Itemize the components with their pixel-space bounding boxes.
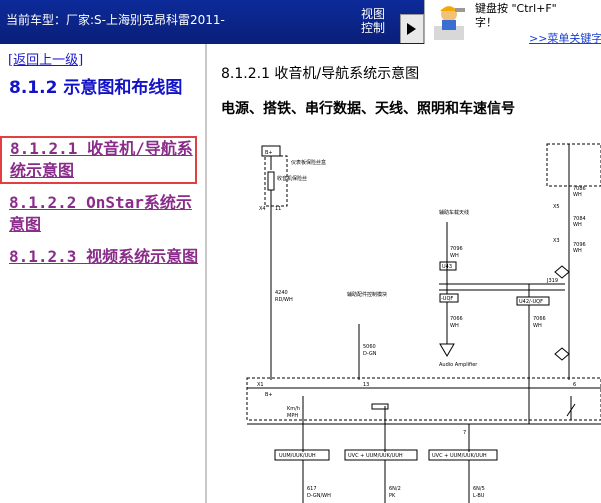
diagram-x3: X3 [553, 238, 560, 244]
diagram-wire-7096-color: WH [450, 253, 459, 259]
page-subtitle: 电源、搭铁、串行数据、天线、照明和车速信号 [221, 101, 515, 117]
diagram-wire-7066b: 7066 [533, 316, 546, 322]
diagram-wire-3: 6N/5 [473, 486, 485, 492]
sidebar-item-radio-navigation[interactable]: 8.1.2.1 收音机/导航系统示意图 [0, 136, 197, 184]
page-title: 8.1.2.1 收音机/导航系统示意图 [221, 66, 420, 82]
sidebar-item-video[interactable]: 8.1.2.3 视频系统示意图 [9, 246, 199, 268]
diagram-kmh: Km/h [287, 406, 300, 412]
diagram-bplus: B+ [265, 150, 273, 156]
diagram-mph: MPH [287, 413, 298, 419]
section-title: 8.1.2 示意图和布线图 [9, 78, 183, 98]
diagram-box-2: UVC + UUM/UUK/UUH [348, 453, 403, 459]
help-line-1: 键盘按 "Ctrl+F" [475, 2, 557, 15]
diagram-audio-amplifier: Audio Amplifier [439, 362, 478, 368]
diagram-wire-7096: 7096 [450, 246, 463, 252]
diagram-c7: 7 [463, 430, 466, 436]
diagram-wire-2-color: PK [389, 493, 396, 499]
diagram-wire-3-color: L-BU [473, 493, 485, 499]
diagram-u42-uqf: U42/-UQF [519, 299, 543, 305]
diagram-wire-7096b-color: WH [573, 248, 582, 254]
sidebar: [返回上一级] 8.1.2 示意图和布线图 8.1.2.1 收音机/导航系统示意… [0, 44, 207, 503]
back-link[interactable]: [返回上一级] [8, 49, 83, 68]
diagram-wire-617-color: D-GN/WH [307, 493, 331, 499]
diagram-wire-5060-color: D-GN [363, 351, 377, 357]
diagram-wire-4240-color: RD/WH [275, 297, 293, 303]
wiring-diagram: B+ 仪表板保险丝盒 收音机保险丝 X4 11 4240 RD/WH 辅助车载天… [246, 143, 601, 503]
diagram-wire-5060: 5060 [363, 344, 376, 350]
diagram-wire-617: 617 [307, 486, 317, 492]
diagram-x4: X4 [259, 206, 266, 212]
diagram-wire-2: 6N/2 [389, 486, 401, 492]
diagram-box-1: UUM/UUK/UUH [279, 453, 316, 459]
diagram-antenna-module: 辅助车载天线 [439, 209, 469, 216]
diagram-fuse-block: 仪表板保险丝盒 [291, 159, 326, 166]
view-control-button[interactable]: 视图 控制 [361, 7, 385, 35]
top-bar: 当前车型：厂家:S-上海别克昂科雷2011- 视图 控制 键盘按 "Ctrl+F… [0, 0, 601, 45]
diagram-wire-7066: 7066 [450, 316, 463, 322]
help-panel: 键盘按 "Ctrl+F" 字！ >>菜单关键字 [424, 0, 601, 45]
diagram-x5: X5 [553, 204, 560, 210]
main-content: 8.1.2.1 收音机/导航系统示意图 电源、搭铁、串行数据、天线、照明和车速信… [207, 44, 601, 503]
worker-mascot-icon [434, 6, 465, 40]
current-model-label: 当前车型：厂家:S-上海别克昂科雷2011- [6, 13, 225, 27]
diagram-c11: 11 [275, 206, 281, 212]
play-icon [407, 23, 416, 35]
diagram-ground-module: 辅助配件控制模块 [347, 291, 387, 298]
sidebar-item-onstar[interactable]: 8.1.2.2 OnStar系统示意图 [9, 192, 199, 236]
diagram-bplus-small: B+ [265, 392, 273, 398]
diagram-wire-7086-color: WH [573, 192, 582, 198]
forward-button[interactable] [400, 14, 424, 43]
diagram-wire-7066b-color: WH [533, 323, 542, 329]
diagram-j319: J319 [546, 278, 558, 284]
diagram-x1: X1 [257, 382, 264, 388]
help-line-2: 字！ [475, 16, 497, 29]
diagram-box-3: UVC + UUM/UUK/UUH [432, 453, 487, 459]
diagram-fuse-name: 收音机保险丝 [277, 175, 307, 182]
diagram-uqf: -UQF [441, 296, 453, 302]
diagram-wire-7084-color: WH [573, 222, 582, 228]
diagram-c13: 13 [363, 382, 369, 388]
diagram-u43: U43 [442, 264, 452, 270]
diagram-wire-7066-color: WH [450, 323, 459, 329]
diagram-wire-4240: 4240 [275, 290, 288, 296]
diagram-c6: 6 [573, 382, 576, 388]
